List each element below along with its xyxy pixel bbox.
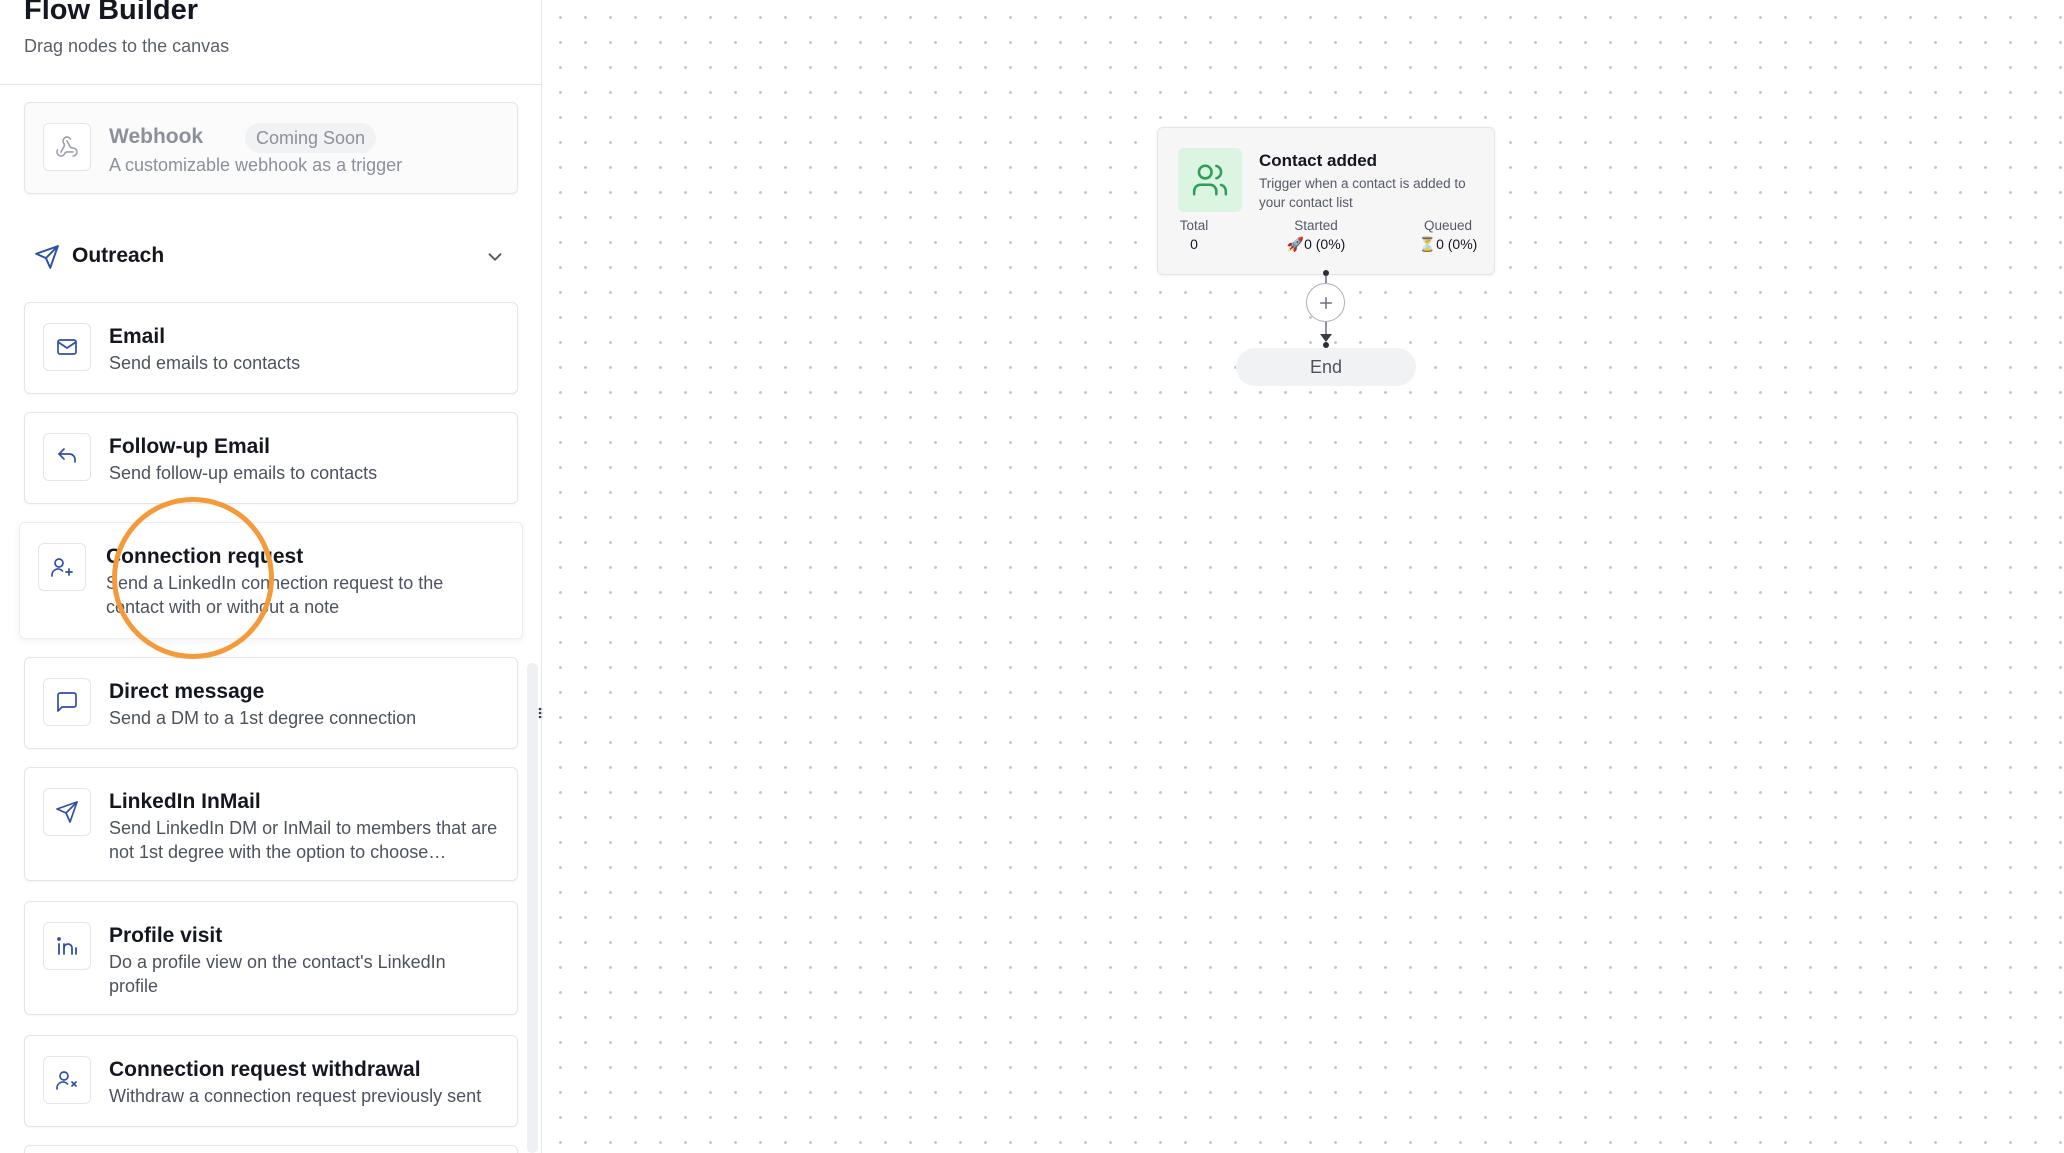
app: Flow Builder Drag nodes to the canvas We… [0,0,2064,1153]
sidebar-subtitle: Drag nodes to the canvas [24,36,230,56]
stat-value: 0 [1190,236,1198,252]
users-icon [1178,148,1242,212]
edge-line [1325,276,1327,283]
card-title: Profile visit [109,924,223,947]
stat-label: Started [1294,218,1338,233]
node-card-follow-up-email[interactable]: Follow-up Email Send follow-up emails to… [24,412,518,504]
card-description: Send LinkedIn DM or InMail to members th… [109,818,498,862]
user-x-icon [43,1056,91,1104]
reply-icon [43,433,91,481]
node-card-partial[interactable] [24,1145,518,1153]
card-title: Follow-up Email [109,435,270,458]
card-description: Send emails to contacts [109,353,301,373]
node-card-webhook: Webhook Coming Soon A customizable webho… [24,102,518,194]
plus-icon [1319,296,1332,309]
coming-soon-badge: Coming Soon [245,123,377,153]
webhook-title: Webhook [109,125,204,148]
click-highlight-ring [112,497,274,659]
message-icon [43,678,91,726]
stat-queued: Queued ⏳0 (0%) [1408,218,1488,253]
user-plus-icon [38,543,86,591]
send-icon [35,245,59,269]
node-title: Contact added [1259,151,1378,170]
sidebar-scrollbar[interactable] [527,663,538,1153]
add-node-button[interactable] [1306,283,1345,322]
linkedin-icon [43,922,91,970]
webhook-icon [43,123,91,171]
trigger-node-contact-added[interactable]: Contact added Trigger when a contact is … [1157,127,1495,275]
stat-label: Total [1179,218,1209,233]
webhook-description: A customizable webhook as a trigger [109,155,403,175]
card-description: Send a DM to a 1st degree connection [109,708,417,728]
node-card-connection-request-withdrawal[interactable]: Connection request withdrawal Withdraw a… [24,1035,518,1127]
card-title: Connection request withdrawal [109,1058,421,1081]
mail-icon [43,323,91,371]
node-card-linkedin-inmail[interactable]: LinkedIn InMail Send LinkedIn DM or InMa… [24,767,518,881]
stat-value: ⏳0 (0%) [1418,236,1478,252]
card-title: Direct message [109,680,265,703]
stat-label: Queued [1423,218,1473,233]
sidebar-header: Flow Builder Drag nodes to the canvas [0,0,541,85]
card-title: LinkedIn InMail [109,790,261,813]
card-title: Email [109,325,166,348]
card-description: Send follow-up emails to contacts [109,463,378,483]
stat-started: Started 🚀0 (0%) [1276,218,1356,253]
chevron-down-icon[interactable] [484,246,506,268]
node-card-direct-message[interactable]: Direct message Send a DM to a 1st degree… [24,657,518,749]
node-description: Trigger when a contact is added to your … [1259,176,1466,210]
node-card-email[interactable]: Email Send emails to contacts [24,302,518,394]
node-card-profile-visit[interactable]: Profile visit Do a profile view on the c… [24,901,518,1015]
stat-value: 🚀0 (0%) [1286,236,1346,252]
stat-total: Total 0 [1176,218,1212,252]
section-label: Outreach [72,244,165,267]
section-outreach[interactable]: Outreach [24,236,518,280]
sidebar-title: Flow Builder [24,0,198,26]
card-description: Withdraw a connection request previously… [109,1086,482,1106]
card-description: Do a profile view on the contact's Linke… [109,952,446,996]
end-node[interactable]: End [1236,348,1416,386]
send-icon [43,788,91,836]
